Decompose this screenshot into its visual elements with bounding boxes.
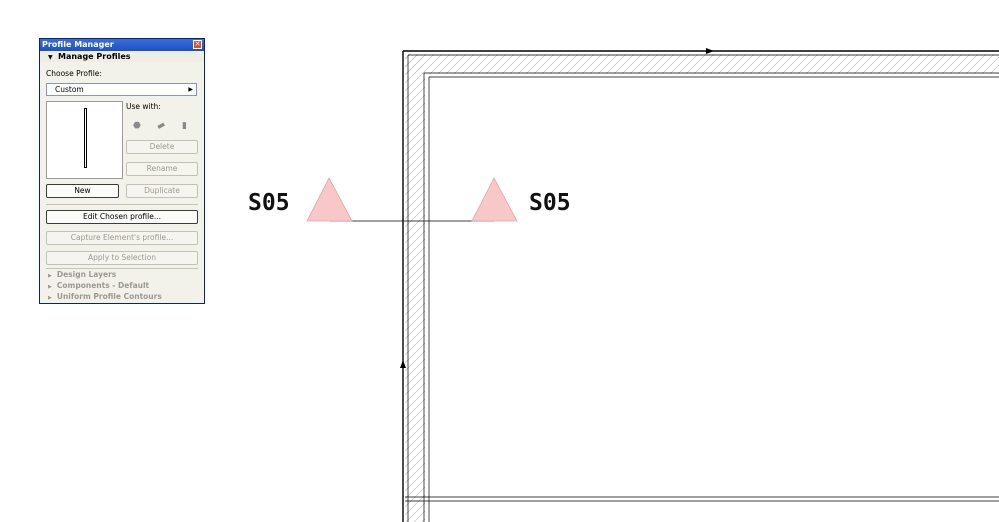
- collapsed-arrow-icon: ▶: [48, 284, 52, 290]
- components-section[interactable]: ▶ Components - Default: [48, 281, 149, 290]
- section-marker-left[interactable]: [306, 177, 353, 222]
- wall-icon[interactable]: ⬣: [133, 121, 141, 131]
- divider: [46, 204, 198, 205]
- collapsed-arrow-icon: ▶: [48, 295, 52, 301]
- profile-dropdown-value: Custom: [55, 85, 84, 94]
- choose-profile-label: Choose Profile:: [46, 69, 102, 78]
- wall-top-hatch: [405, 54, 999, 74]
- profile-dropdown[interactable]: Custom ▶: [46, 83, 197, 96]
- wall-direction-arrow-top: [706, 48, 714, 54]
- duplicate-button[interactable]: Duplicate: [126, 184, 198, 198]
- profile-shape-preview: [84, 108, 87, 168]
- design-layers-label: Design Layers: [56, 270, 117, 279]
- apply-to-selection-button[interactable]: Apply to Selection: [46, 251, 198, 265]
- section-marker-right[interactable]: [471, 177, 518, 222]
- rename-button[interactable]: Rename: [126, 162, 198, 176]
- beam-icon[interactable]: ▬: [155, 120, 167, 133]
- section-label-left: S05: [248, 190, 290, 216]
- close-icon[interactable]: ✕: [193, 40, 202, 49]
- new-button[interactable]: New: [46, 184, 119, 198]
- uniform-profile-contours-section[interactable]: ▶ Uniform Profile Contours: [48, 292, 162, 301]
- components-label: Components - Default: [56, 281, 150, 290]
- expand-arrow-icon: ▼: [48, 54, 53, 61]
- design-layers-section[interactable]: ▶ Design Layers: [48, 270, 116, 279]
- manage-profiles-header[interactable]: ▼ Manage Profiles: [40, 51, 204, 62]
- profile-manager-palette: Profile Manager ✕ ▼ Manage Profiles Choos…: [39, 38, 205, 304]
- divider: [46, 268, 198, 269]
- uniform-profile-contours-label: Uniform Profile Contours: [56, 292, 162, 301]
- edit-chosen-profile-button[interactable]: Edit Chosen profile...: [46, 210, 198, 224]
- delete-button[interactable]: Delete: [126, 140, 198, 154]
- manage-profiles-title: Manage Profiles: [58, 52, 131, 61]
- palette-title: Profile Manager: [42, 40, 114, 49]
- column-icon[interactable]: ▮: [182, 121, 187, 131]
- use-with-label: Use with:: [126, 102, 161, 111]
- collapsed-arrow-icon: ▶: [48, 273, 52, 279]
- profile-preview: [46, 101, 123, 179]
- section-label-right: S05: [529, 190, 571, 216]
- palette-titlebar[interactable]: Profile Manager ✕: [40, 39, 204, 51]
- capture-profile-button[interactable]: Capture Element's profile...: [46, 231, 198, 245]
- dropdown-arrow-icon: ▶: [188, 86, 193, 93]
